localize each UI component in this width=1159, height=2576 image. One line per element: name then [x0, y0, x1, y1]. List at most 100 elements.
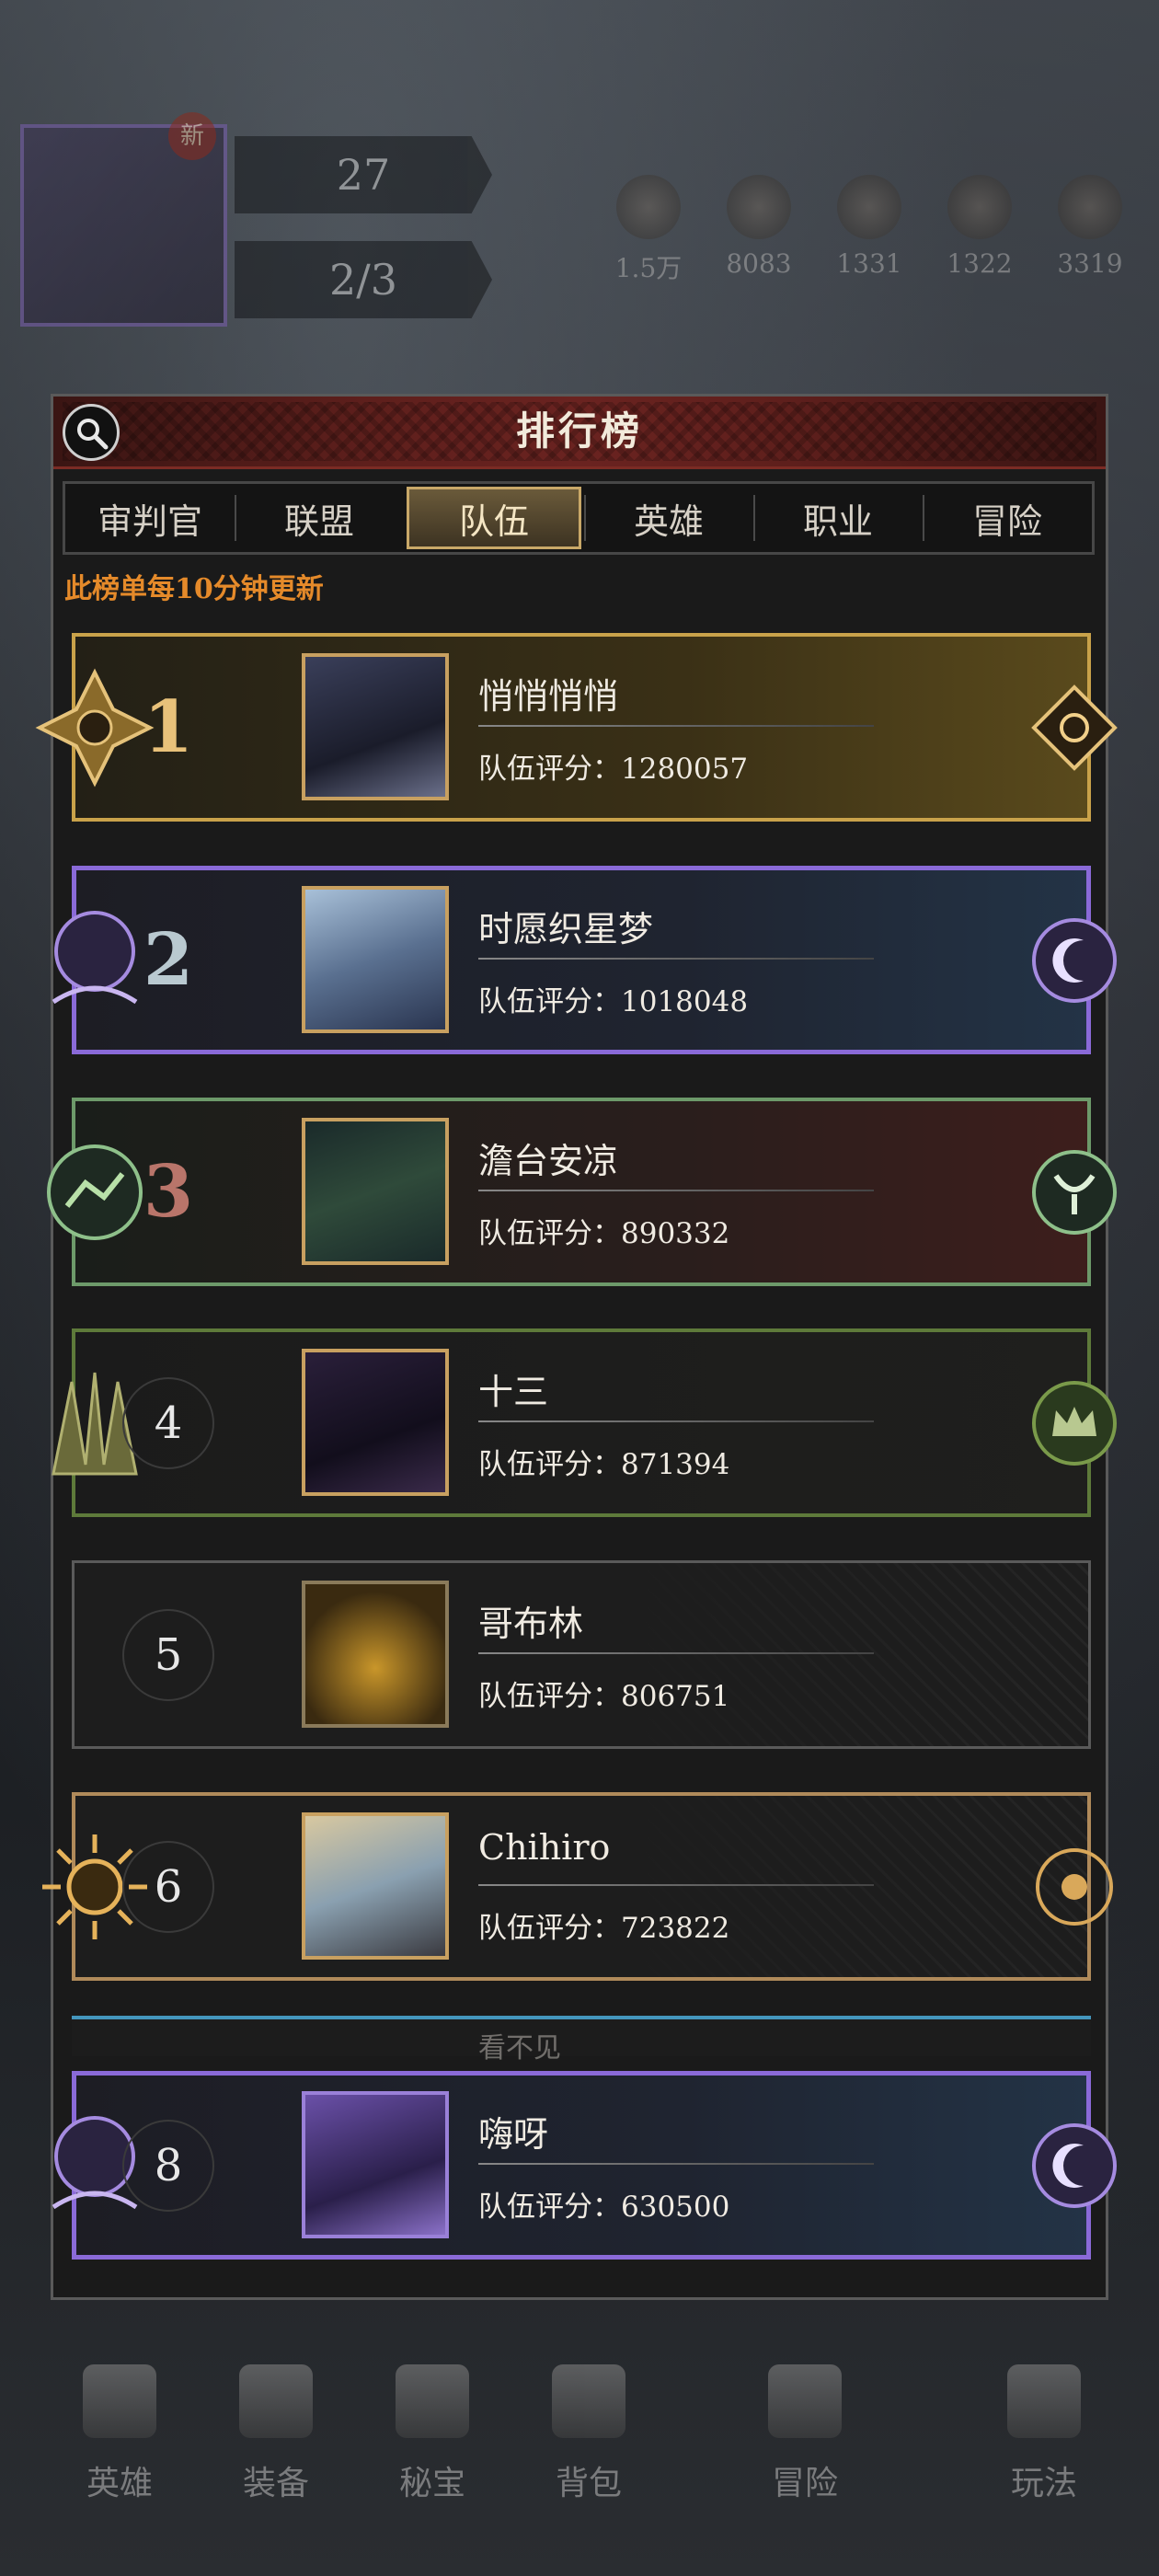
nav-label: 玩法 [1010, 2465, 1077, 2502]
nav-label: 秘宝 [398, 2465, 465, 2502]
rank-number: 5 [122, 1608, 214, 1701]
panel-title: 排行榜 [515, 408, 643, 454]
orbit-badge-icon [1036, 1847, 1113, 1926]
divider [478, 1420, 874, 1422]
nav-label: 英雄 [86, 2465, 153, 2502]
horns-badge-icon [1032, 1149, 1117, 1235]
team-score: 队伍评分：1280057 [478, 745, 748, 787]
player-name: 时愿织星梦 [478, 909, 654, 949]
rank-number: 3 [143, 1150, 194, 1234]
nav-treasure[interactable]: 秘宝 [363, 2337, 501, 2539]
player-name: 哥布林 [478, 1604, 584, 1644]
leaderboard-row[interactable]: 1 悄悄悄悄 队伍评分：1280057 [35, 633, 1118, 822]
player-portrait[interactable] [302, 653, 449, 800]
player-portrait[interactable] [302, 1812, 449, 1960]
player-name: Chihiro [478, 1827, 611, 1868]
energy-indicator: 2/3 [235, 241, 492, 318]
nav-modes[interactable]: 玩法 [975, 2337, 1113, 2539]
team-score: 队伍评分：1018048 [478, 978, 748, 1019]
score-value: 871394 [621, 1448, 730, 1481]
rank-1-badge-icon [1031, 684, 1118, 771]
nav-label: 冒险 [771, 2465, 838, 2502]
tab-hero[interactable]: 英雄 [584, 484, 753, 552]
row-card [72, 866, 1091, 1054]
row-card [72, 1560, 1091, 1749]
player-portrait[interactable] [302, 1581, 449, 1728]
tab-team[interactable]: 队伍 [407, 487, 581, 549]
team-score: 队伍评分：723822 [478, 1904, 729, 1946]
resource-value: 1.5万 [614, 253, 683, 283]
team-score: 队伍评分：890332 [478, 1210, 729, 1251]
crown-badge-icon [1032, 1380, 1117, 1466]
score-label: 队伍评分： [478, 1680, 621, 1713]
new-badge: 新 [168, 112, 216, 160]
row-card [72, 1328, 1091, 1517]
resource-value: 1322 [947, 248, 1013, 279]
treasure-icon [396, 2364, 469, 2438]
sword-icon [239, 2364, 313, 2438]
divider [478, 1884, 874, 1886]
player-portrait[interactable] [302, 2091, 449, 2238]
resource-value: 3319 [1057, 248, 1123, 279]
resource-icon [616, 175, 681, 239]
player-name: 十三 [478, 1372, 549, 1412]
search-icon [77, 419, 109, 450]
rank-number: 1 [143, 685, 194, 769]
leaderboard-row-partial[interactable]: 看不见 [72, 2016, 1091, 2064]
tab-class[interactable]: 职业 [753, 484, 923, 552]
score-label: 队伍评分： [478, 1448, 621, 1481]
castle-icon [1007, 2364, 1081, 2438]
player-portrait[interactable] [302, 1349, 449, 1496]
nav-label: 背包 [555, 2465, 622, 2502]
score-value: 806751 [621, 1680, 730, 1713]
nav-equipment[interactable]: 装备 [207, 2337, 345, 2539]
row-card [72, 633, 1091, 822]
rank-number: 6 [122, 1840, 214, 1933]
score-value: 1018048 [621, 985, 749, 1018]
nav-heroes[interactable]: 英雄 [51, 2337, 189, 2539]
rank-number: 2 [143, 918, 194, 1002]
rank-number: 8 [122, 2119, 214, 2212]
leaderboard-panel: 排行榜 审判官 联盟 队伍 英雄 职业 冒险 此榜单每10分钟更新 1 悄悄悄悄… [35, 394, 1118, 2300]
player-name: 嗨呀 [478, 2114, 549, 2155]
row-card [72, 1098, 1091, 1286]
category-tabs: 审判官 联盟 队伍 英雄 职业 冒险 [63, 481, 1095, 555]
resource-icon [947, 175, 1012, 239]
bottom-nav: 英雄 装备 秘宝 背包 冒险 玩法 [0, 2300, 1159, 2576]
score-value: 890332 [621, 1217, 730, 1250]
moon-badge-icon [1032, 2122, 1117, 2208]
leaderboard-row[interactable]: 3 澹台安凉 队伍评分：890332 [47, 1098, 1117, 1286]
row-card [72, 1792, 1091, 1981]
divider [478, 1190, 874, 1191]
score-label: 队伍评分： [478, 985, 621, 1018]
score-value: 1280057 [621, 753, 749, 786]
leaderboard-row-self[interactable]: 8 嗨呀 队伍评分：630500 [52, 2071, 1117, 2260]
leaderboard-row[interactable]: 4 十三 队伍评分：871394 [52, 1328, 1117, 1517]
bag-icon [552, 2364, 625, 2438]
nav-adventure[interactable]: 冒险 [736, 2337, 874, 2539]
player-name: 看不见 [478, 2032, 561, 2064]
rank-number: 4 [122, 1376, 214, 1469]
tab-judge[interactable]: 审判官 [65, 484, 235, 552]
tab-alliance[interactable]: 联盟 [235, 484, 404, 552]
divider [478, 958, 874, 960]
divider [478, 2163, 874, 2165]
nav-bag[interactable]: 背包 [520, 2337, 658, 2539]
resource-icon [727, 175, 791, 239]
search-button[interactable] [63, 404, 120, 461]
player-portrait[interactable] [302, 886, 449, 1033]
level-indicator: 27 [235, 136, 492, 213]
score-value: 723822 [621, 1912, 730, 1945]
tab-adventure[interactable]: 冒险 [923, 484, 1092, 552]
player-portrait[interactable] [302, 1118, 449, 1265]
row-card [72, 2071, 1091, 2260]
divider [478, 1652, 874, 1654]
crossed-swords-icon [768, 2364, 842, 2438]
nav-label: 装备 [242, 2465, 309, 2502]
leaderboard-row[interactable]: 2 时愿织星梦 队伍评分：1018048 [52, 866, 1117, 1054]
score-value: 630500 [621, 2191, 730, 2224]
resource-value: 1331 [836, 248, 902, 279]
score-label: 队伍评分： [478, 1217, 621, 1250]
leaderboard-row[interactable]: 6 Chihiro 队伍评分：723822 [42, 1792, 1113, 1981]
leaderboard-row[interactable]: 5 哥布林 队伍评分：806751 [72, 1560, 1091, 1749]
